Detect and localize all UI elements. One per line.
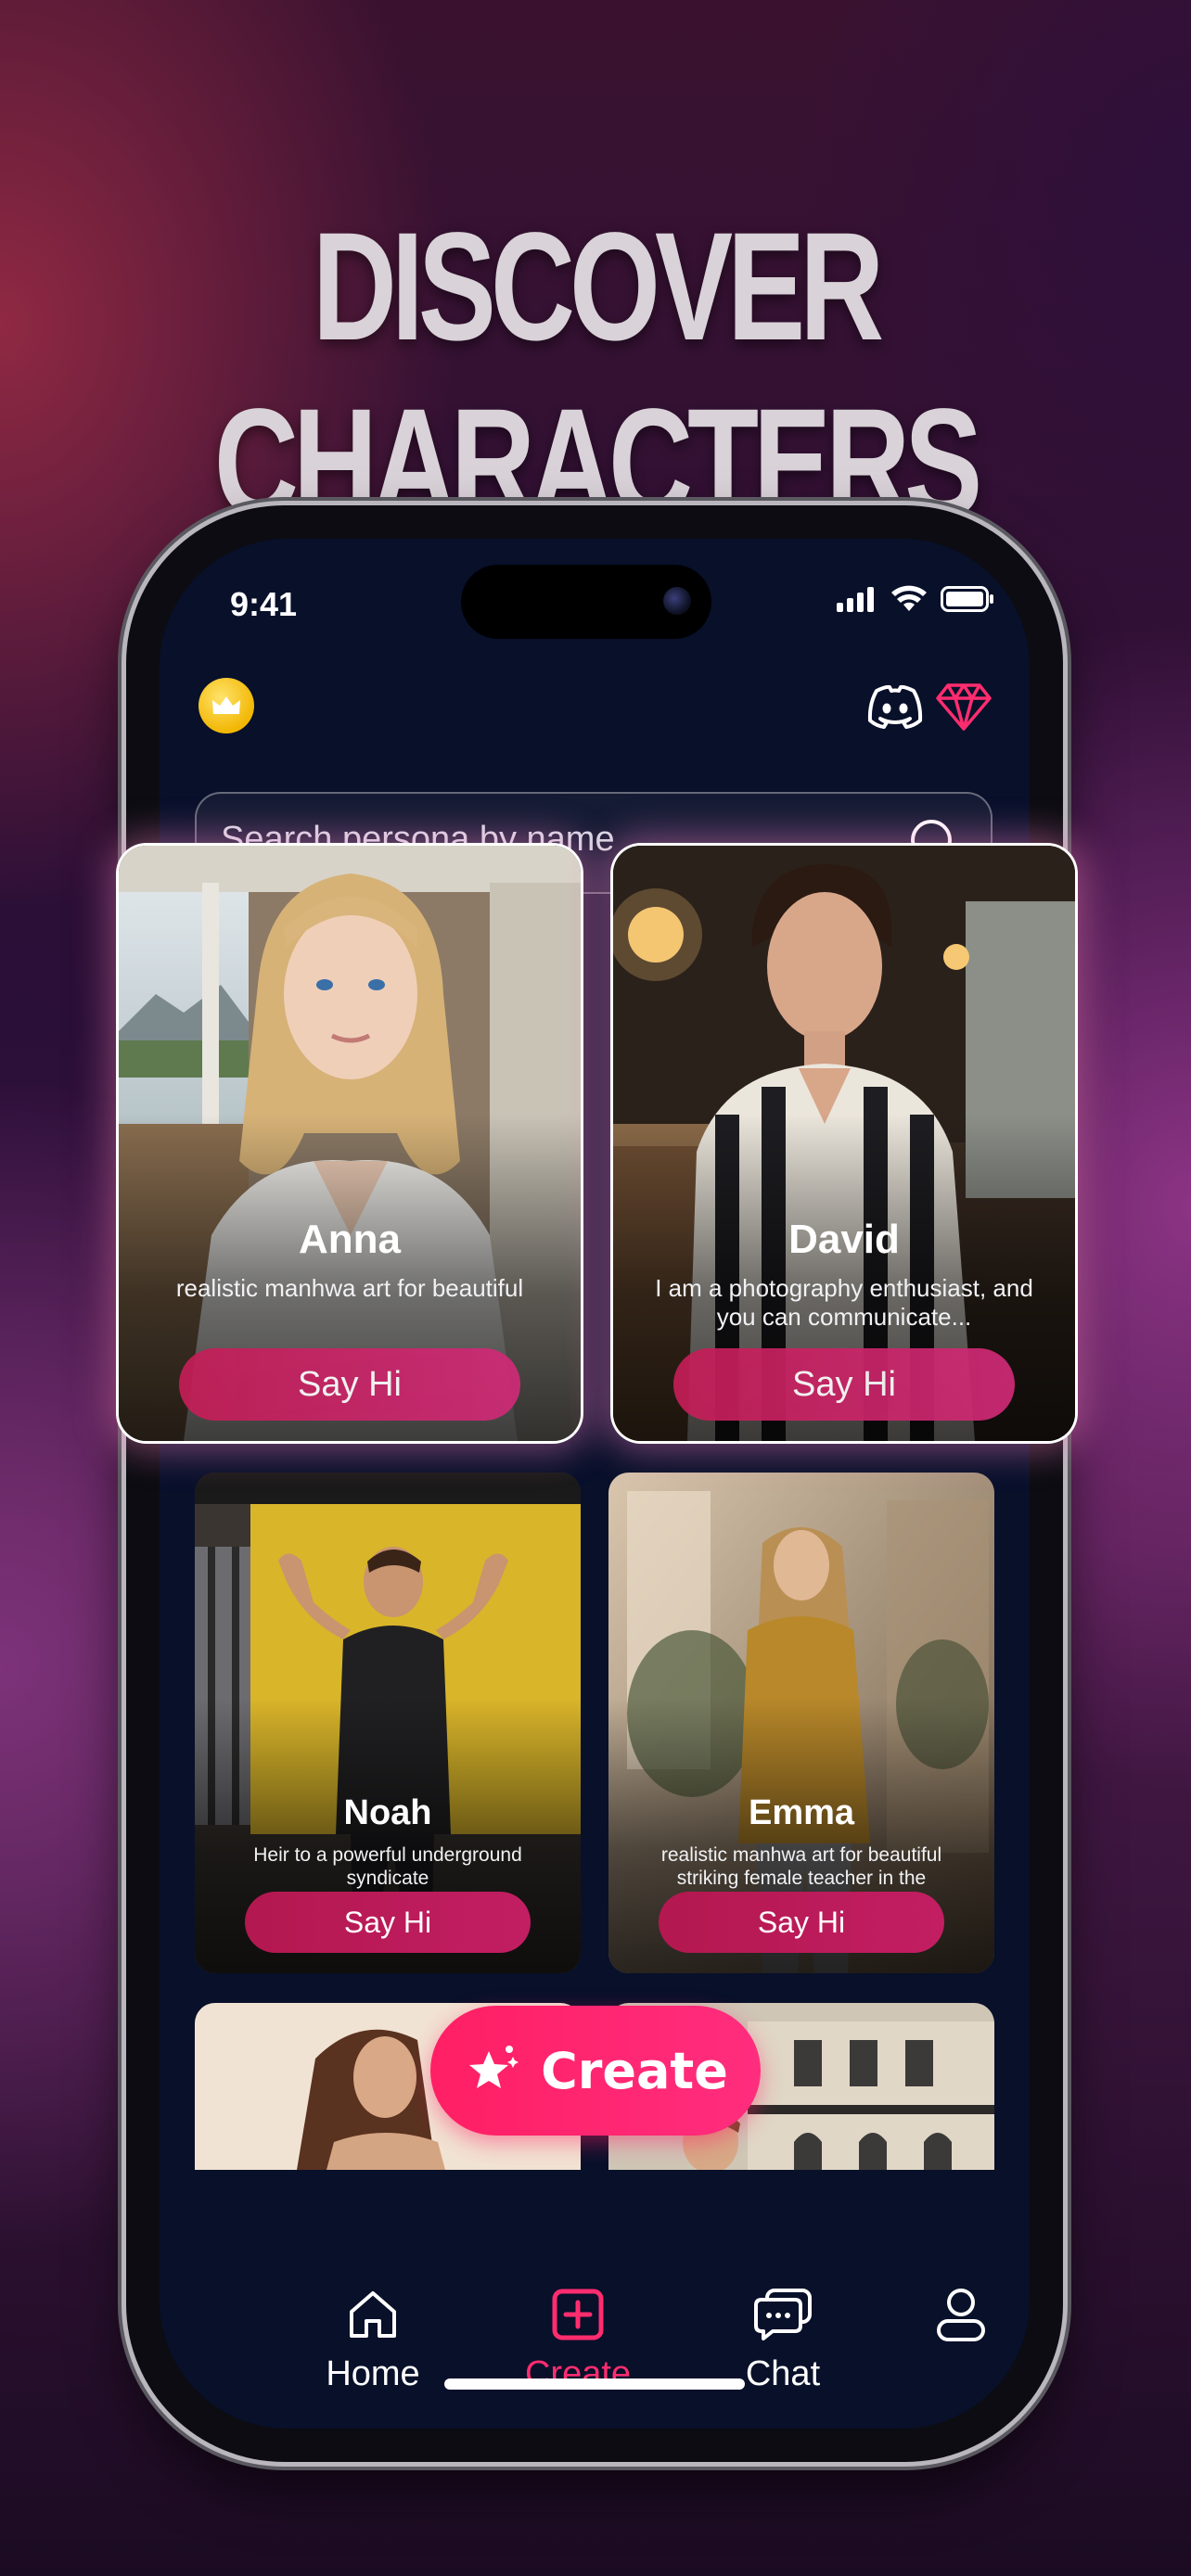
diamond-icon[interactable] bbox=[933, 676, 994, 737]
dynamic-island bbox=[461, 565, 711, 639]
character-name: David bbox=[788, 1217, 900, 1262]
tab-home[interactable]: Home bbox=[289, 2282, 456, 2394]
character-name: Emma bbox=[748, 1793, 855, 1832]
star-icon bbox=[469, 2046, 519, 2088]
character-description: realistic manhwa art for beautiful bbox=[175, 1274, 524, 1302]
tab-chat[interactable]: Chat bbox=[699, 2282, 866, 2394]
character-name: Noah bbox=[343, 1793, 432, 1832]
say-hi-button[interactable]: Say Hi bbox=[659, 1892, 944, 1953]
phone-frame: 9:41 Search persona by name Noah Heir to… bbox=[126, 505, 1063, 2462]
create-fab-label: Create bbox=[541, 2041, 728, 2100]
tab-home-label: Home bbox=[326, 2354, 420, 2393]
home-indicator[interactable] bbox=[444, 2378, 745, 2390]
character-card-noah[interactable]: Noah Heir to a powerful underground synd… bbox=[195, 1473, 581, 1973]
app-screen: 9:41 Search persona by name Noah Heir to… bbox=[160, 539, 1030, 2429]
character-card-emma[interactable]: Emma realistic manhwa art for beautiful … bbox=[608, 1473, 994, 1973]
tab-create[interactable]: Create bbox=[494, 2282, 661, 2394]
character-card-anna[interactable]: Anna realistic manhwa art for beautiful … bbox=[119, 846, 581, 1441]
discord-icon[interactable] bbox=[864, 676, 926, 737]
character-description: realistic manhwa art for beautiful strik… bbox=[660, 1844, 942, 1890]
wifi-icon bbox=[891, 585, 927, 611]
headline: DISCOVER CHARACTERS bbox=[213, 201, 982, 549]
tab-bar: Home Create Chat bbox=[160, 2282, 1030, 2429]
status-icons bbox=[837, 585, 994, 613]
say-hi-button[interactable]: Say Hi bbox=[245, 1892, 531, 1953]
create-fab-button[interactable]: Create bbox=[430, 2006, 761, 2136]
home-icon bbox=[350, 2291, 396, 2338]
chat-bubbles-icon bbox=[754, 2289, 812, 2340]
plus-square-icon bbox=[552, 2289, 604, 2340]
character-description: I am a photography enthusiast, and you c… bbox=[655, 1274, 1033, 1332]
status-time: 9:41 bbox=[230, 585, 298, 623]
say-hi-button[interactable]: Say Hi bbox=[673, 1348, 1015, 1421]
character-description: Heir to a powerful underground syndicate bbox=[253, 1844, 522, 1890]
character-name: Anna bbox=[299, 1217, 401, 1262]
tab-profile[interactable] bbox=[877, 2282, 1030, 2354]
character-card-david[interactable]: David I am a photography enthusiast, and… bbox=[613, 846, 1075, 1441]
profile-icon bbox=[937, 2289, 985, 2341]
vip-crown-icon[interactable] bbox=[198, 678, 254, 733]
say-hi-button[interactable]: Say Hi bbox=[179, 1348, 520, 1421]
signal-icon bbox=[837, 587, 874, 612]
battery-icon bbox=[941, 586, 993, 612]
